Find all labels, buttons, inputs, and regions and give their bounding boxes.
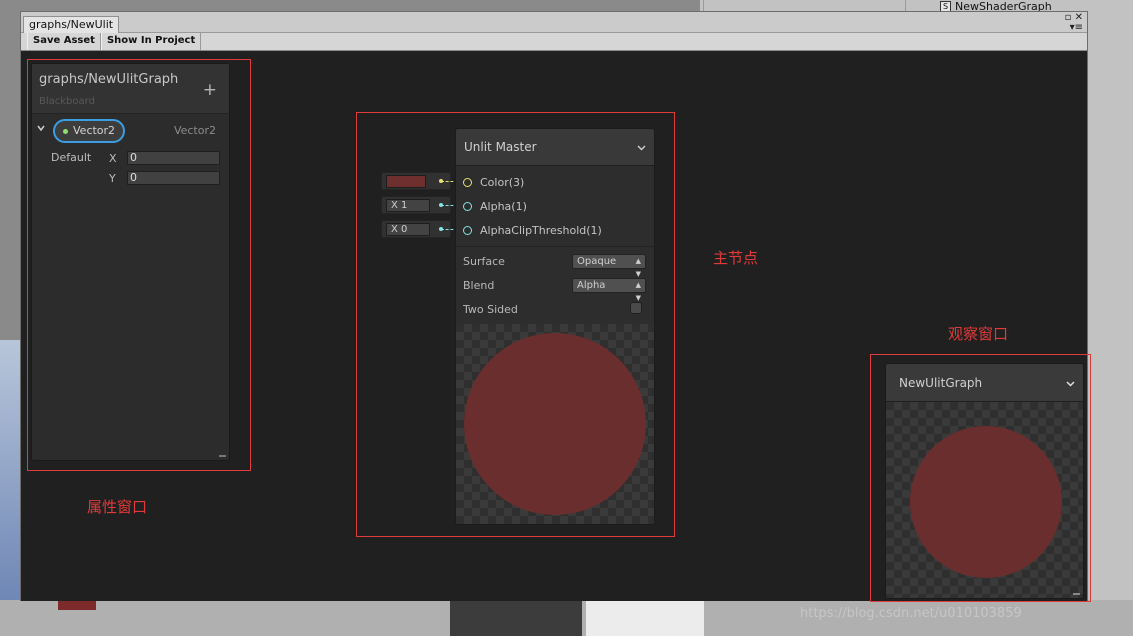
window-controls: ▫ ✕ ▾≡ bbox=[1065, 13, 1083, 33]
watermark: https://blog.csdn.net/u010103859 bbox=[800, 606, 1022, 621]
screen: S NewShaderGraph https://blog.csdn.net/u… bbox=[0, 0, 1133, 636]
annotation-label-observation-window: 观察窗口 bbox=[948, 325, 1009, 343]
menu-icon[interactable]: ▾≡ bbox=[1070, 22, 1083, 33]
graph-canvas[interactable]: graphs/NewUlitGraph Blackboard + Vector2… bbox=[21, 52, 1091, 602]
scene-sky bbox=[0, 340, 22, 600]
annotation-box-master-node bbox=[356, 112, 675, 537]
annotation-box-property-window bbox=[27, 59, 251, 471]
annotation-box-observation-window bbox=[870, 354, 1091, 602]
panel-background bbox=[586, 600, 704, 636]
scene-object bbox=[58, 600, 96, 610]
shader-graph-window: graphs/NewUlit ▫ ✕ ▾≡ Save Asset Show In… bbox=[20, 11, 1091, 602]
annotation-label-master-node: 主节点 bbox=[713, 249, 759, 267]
panel-background bbox=[450, 600, 582, 636]
window-tabstrip: graphs/NewUlit ▫ ✕ ▾≡ bbox=[21, 12, 1087, 34]
save-asset-button[interactable]: Save Asset bbox=[27, 33, 101, 50]
annotation-label-property-window: 属性窗口 bbox=[87, 498, 148, 516]
toolbar: Save Asset Show In Project bbox=[21, 33, 1087, 51]
tab-graph[interactable]: graphs/NewUlit bbox=[23, 16, 120, 34]
show-in-project-button[interactable]: Show In Project bbox=[100, 33, 202, 50]
